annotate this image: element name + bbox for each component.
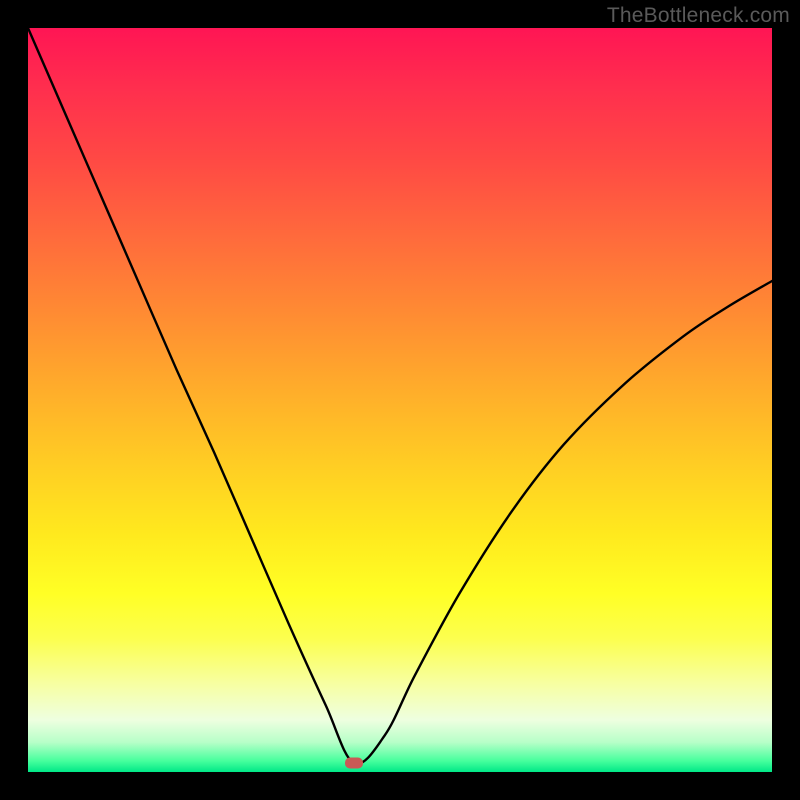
plot-area <box>28 28 772 772</box>
chart-frame: TheBottleneck.com <box>0 0 800 800</box>
bottleneck-curve <box>28 28 772 772</box>
curve-path <box>28 28 772 764</box>
minimum-marker <box>345 758 363 769</box>
watermark-text: TheBottleneck.com <box>607 4 790 28</box>
